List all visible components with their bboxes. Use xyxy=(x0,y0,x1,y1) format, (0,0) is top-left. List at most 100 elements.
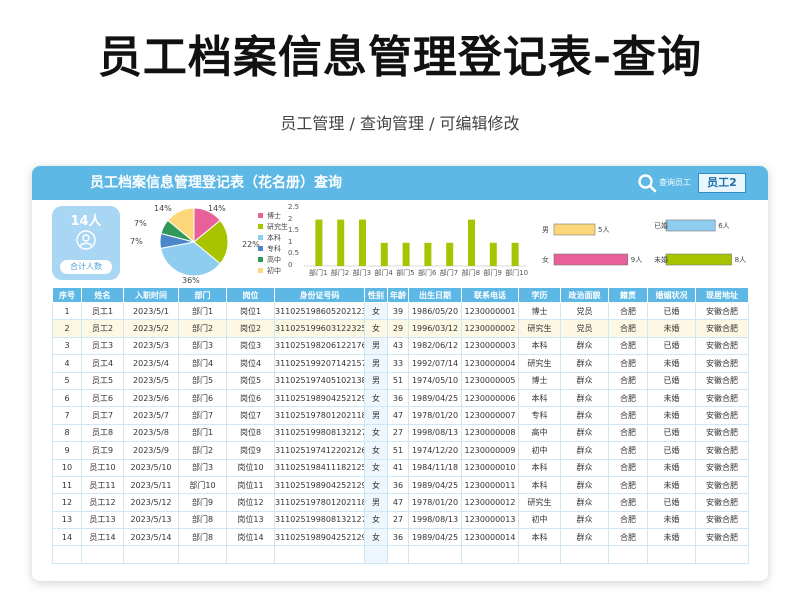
total-count-label[interactable]: 合计人数 xyxy=(60,260,112,274)
table-row[interactable]: 10 员工10 2023/5/10 部门3 岗位10 311025198411182125… xyxy=(52,458,749,477)
column-header[interactable]: 部门 xyxy=(178,287,227,303)
table-cell: 2023/5/11 xyxy=(123,475,179,495)
column-header[interactable]: 现居地址 xyxy=(695,287,749,303)
table-cell: 311025197412202126 xyxy=(274,441,365,460)
table-cell: 51 xyxy=(387,441,409,460)
table-cell: 员工1 xyxy=(81,301,124,321)
table-cell: 1989/04/25 xyxy=(408,528,462,547)
table-cell: 3 xyxy=(52,336,82,356)
table-cell: 本科 xyxy=(518,458,561,477)
column-header[interactable]: 婚姻状况 xyxy=(647,287,696,303)
column-header[interactable]: 序号 xyxy=(52,287,82,303)
table-row[interactable]: 1 员工1 2023/5/1 部门1 岗位1 311025198605202123 女 39 1… xyxy=(52,301,749,321)
y-tick-label: 2.5 xyxy=(288,203,300,211)
y-tick-label: 0 xyxy=(288,261,293,269)
table-cell: 27 xyxy=(387,510,409,530)
table-row[interactable]: 13 员工13 2023/5/13 部门8 岗位13 311025199808132127… xyxy=(52,510,749,530)
page-title: 员工档案信息管理登记表-查询 xyxy=(97,32,703,83)
table-cell: 岗位11 xyxy=(226,475,275,495)
x-tick-label: 部门7 xyxy=(439,269,459,277)
legend-label: 本科 xyxy=(267,233,281,242)
horizontal-bar xyxy=(665,219,716,232)
legend-swatch xyxy=(258,224,263,229)
table-row[interactable]: 12 员工12 2023/5/12 部门9 岗位12 311025197801202118… xyxy=(52,493,749,512)
table-cell: 未婚 xyxy=(647,388,696,408)
table-cell: 安徽合肥 xyxy=(695,354,749,373)
card-header: 员工档案信息管理登记表（花名册）查询 查询员工 员工2 xyxy=(32,166,768,200)
table-cell: 36 xyxy=(387,528,409,547)
x-tick-label: 部门3 xyxy=(352,269,372,277)
table-cell: 311025198904252129 xyxy=(274,388,365,408)
table-cell xyxy=(695,545,749,564)
department-bar xyxy=(424,242,432,266)
table-row[interactable]: 5 员工5 2023/5/5 部门5 岗位5 311025197405102138 男 51 1… xyxy=(52,371,749,390)
table-cell: 博士 xyxy=(518,301,561,321)
table-row[interactable]: 6 员工6 2023/5/6 部门6 岗位6 311025198904252129 女 36 1… xyxy=(52,388,749,408)
pie-value-label: 36% xyxy=(182,276,200,285)
column-header[interactable]: 籍贯 xyxy=(608,287,648,303)
column-header[interactable]: 入职时间 xyxy=(123,287,179,303)
department-bar xyxy=(380,242,388,266)
table-empty-row xyxy=(52,545,749,564)
x-tick-label: 部门6 xyxy=(418,269,437,277)
table-cell: 10 xyxy=(52,458,82,477)
search-icon[interactable] xyxy=(637,173,657,193)
table-row[interactable]: 11 员工11 2023/5/11 部门10 岗位11 31102519890425212… xyxy=(52,475,749,495)
table-cell: 岗位10 xyxy=(226,458,275,477)
table-cell: 1230000014 xyxy=(461,528,519,547)
table-cell: 员工7 xyxy=(81,406,124,425)
column-header[interactable]: 姓名 xyxy=(81,287,124,303)
search-input[interactable]: 员工2 xyxy=(698,173,746,193)
table-row[interactable]: 3 员工3 2023/5/3 部门3 岗位3 311025198206122176 男 43 1… xyxy=(52,336,749,356)
table-cell: 女 xyxy=(364,388,388,408)
column-header[interactable]: 岗位 xyxy=(226,287,275,303)
y-tick-label: 2 xyxy=(288,214,293,223)
table-cell: 岗位6 xyxy=(226,388,275,408)
table-cell: 41 xyxy=(387,458,409,477)
table-cell: 岗位12 xyxy=(226,493,275,512)
column-header[interactable]: 身份证号码 xyxy=(274,287,365,303)
table-cell: 2023/5/4 xyxy=(123,354,179,373)
table-row[interactable]: 8 员工8 2023/5/8 部门1 岗位8 311025199808132127 女 27 1… xyxy=(52,423,749,443)
table-cell: 1998/08/13 xyxy=(408,510,462,530)
table-cell: 博士 xyxy=(518,371,561,390)
column-header[interactable]: 政治面貌 xyxy=(560,287,609,303)
table-cell: 岗位4 xyxy=(226,354,275,373)
table-cell: 已婚 xyxy=(647,301,696,321)
table-cell: 员工11 xyxy=(81,475,124,495)
table-row[interactable]: 7 员工7 2023/5/7 部门7 岗位7 311025197801202118 男 47 1… xyxy=(52,406,749,425)
table-cell: 女 xyxy=(364,319,388,338)
column-header[interactable]: 联系电话 xyxy=(461,287,519,303)
column-header[interactable]: 学历 xyxy=(518,287,561,303)
table-cell: 研究生 xyxy=(518,493,561,512)
table-cell: 本科 xyxy=(518,475,561,495)
table-cell: 员工5 xyxy=(81,371,124,390)
table-cell: 群众 xyxy=(560,441,609,460)
table-cell xyxy=(364,545,388,564)
table-cell: 初中 xyxy=(518,441,561,460)
table-row[interactable]: 9 员工9 2023/5/9 部门2 岗位9 311025197412202126 女 51 1… xyxy=(52,441,749,460)
horizontal-bar xyxy=(553,223,596,236)
table-cell: 1989/04/25 xyxy=(408,475,462,495)
table-cell: 安徽合肥 xyxy=(695,406,749,425)
table-cell: 未婚 xyxy=(647,406,696,425)
table-cell: 合肥 xyxy=(608,493,648,512)
x-tick-label: 部门10 xyxy=(505,269,529,277)
table-row[interactable]: 2 员工2 2023/5/2 部门2 岗位2 311025199603122325 女 29 1… xyxy=(52,319,749,338)
table-cell: 男 xyxy=(364,336,388,356)
table-cell: 安徽合肥 xyxy=(695,319,749,338)
table-row[interactable]: 4 员工4 2023/5/4 部门4 岗位4 311025199207142157 男 33 1… xyxy=(52,354,749,373)
table-cell: 群众 xyxy=(560,336,609,356)
column-header[interactable]: 出生日期 xyxy=(408,287,462,303)
column-header[interactable]: 性别 xyxy=(364,287,388,303)
column-header[interactable]: 年龄 xyxy=(387,287,409,303)
table-cell: 安徽合肥 xyxy=(695,371,749,390)
table-cell: 合肥 xyxy=(608,423,648,443)
table-cell: 2023/5/9 xyxy=(123,441,179,460)
table-cell: 1230000008 xyxy=(461,423,519,443)
table-cell: 群众 xyxy=(560,406,609,425)
user-group-icon xyxy=(76,230,96,250)
table-row[interactable]: 14 员工14 2023/5/14 部门8 岗位14 311025198904252129… xyxy=(52,528,749,547)
table-cell xyxy=(608,545,648,564)
table-cell: 群众 xyxy=(560,528,609,547)
